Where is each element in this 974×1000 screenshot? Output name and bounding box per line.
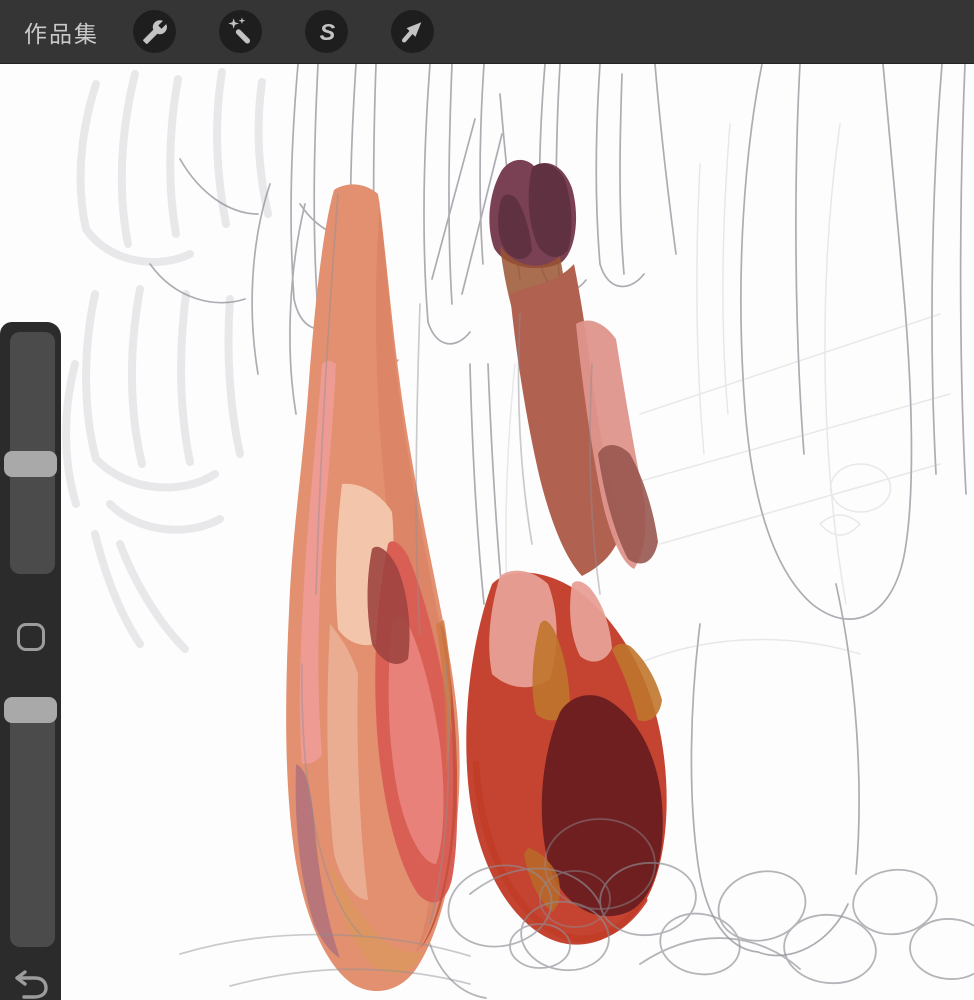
graphite-petal-cluster [62,68,272,653]
transform-button[interactable] [391,10,434,53]
sidebar-controls [0,322,61,1000]
canvas-area[interactable] [0,64,974,1000]
undo-arrow-icon [15,970,48,999]
right-bud-painting [466,159,667,945]
adjustments-button[interactable] [219,10,262,53]
selection-s-icon: S [320,18,336,44]
actions-button[interactable] [133,10,176,53]
artwork [62,64,974,999]
wrench-icon [142,19,167,44]
brush-size-handle[interactable] [4,450,57,477]
left-bud-painting [286,184,460,992]
svg-text:S: S [320,18,336,44]
undo-button[interactable] [12,968,50,1000]
opacity-slider[interactable] [4,697,57,947]
painting-app-window: 作品集 S [0,0,974,1000]
toolbar-buttons: S [133,10,434,53]
toolbar: 作品集 S [0,0,974,64]
selection-button[interactable]: S [305,10,348,53]
brush-size-slider[interactable] [4,332,57,574]
gallery-button[interactable]: 作品集 [24,15,99,49]
magic-wand-icon [228,16,251,43]
transform-arrow-icon [401,21,422,43]
opacity-handle[interactable] [4,697,57,723]
modify-button[interactable] [17,623,45,651]
